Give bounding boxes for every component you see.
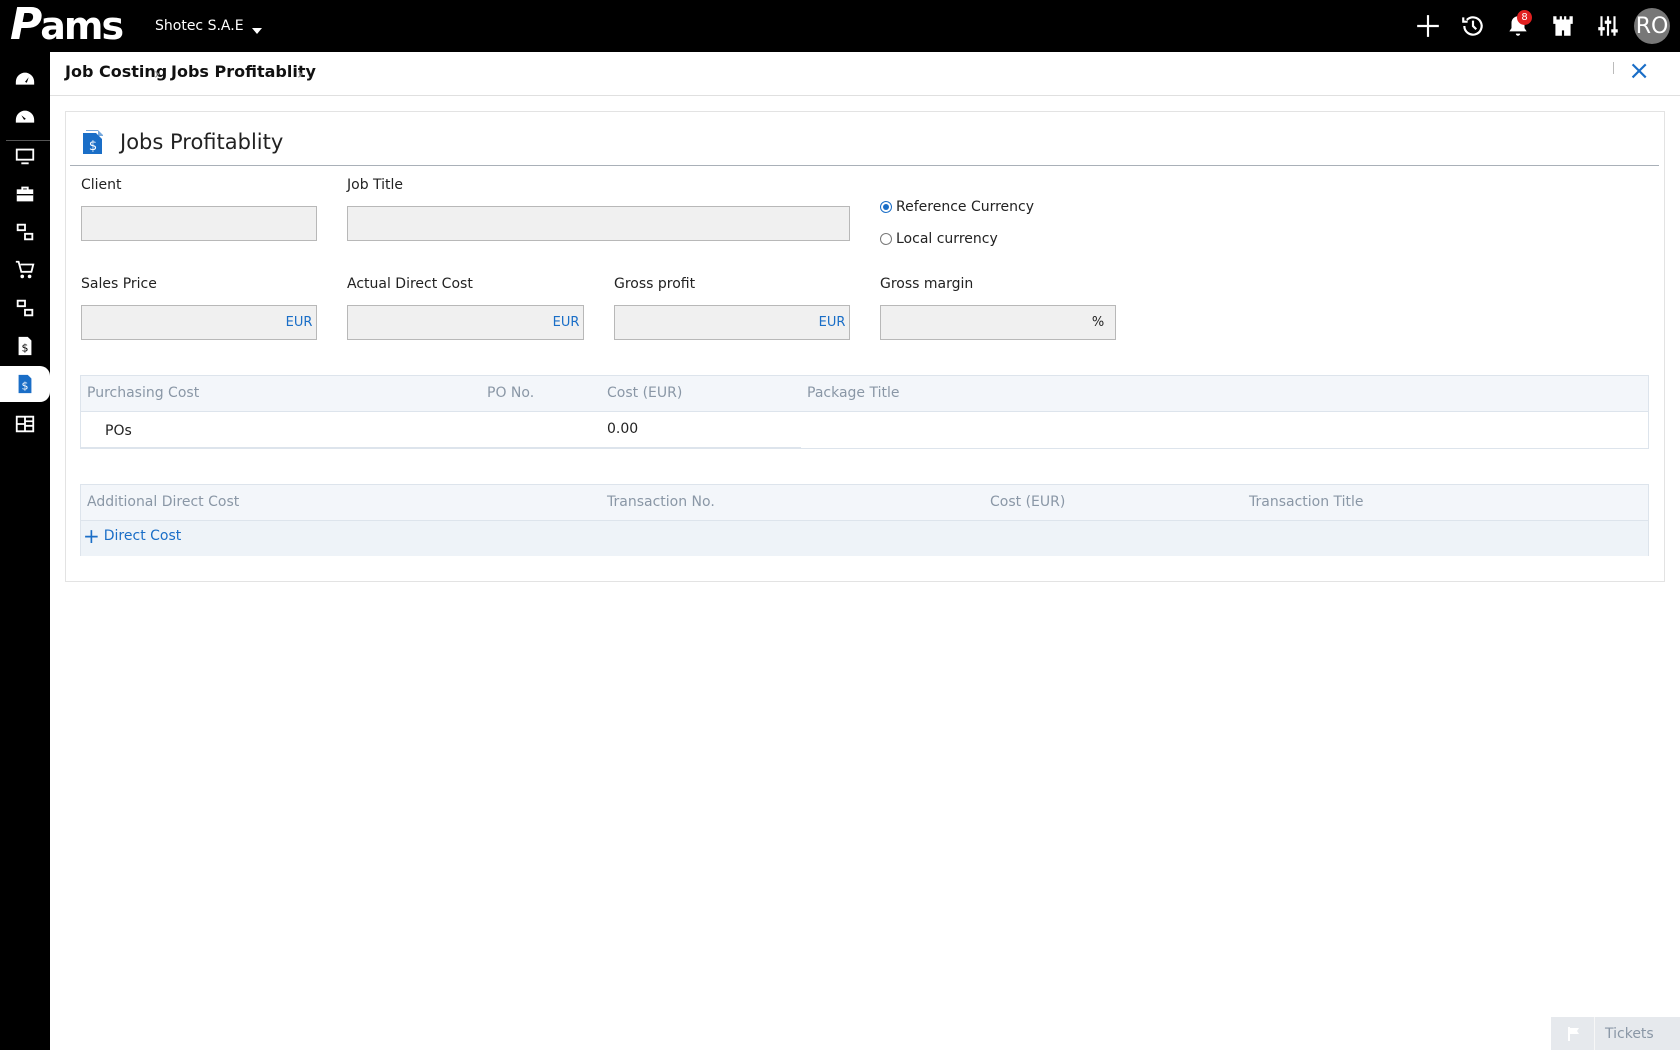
briefcase-icon[interactable] [0,176,50,212]
speedometer-icon[interactable] [0,100,50,136]
cart-icon[interactable] [0,252,50,288]
company-selector[interactable]: Shotec S.A.E [155,18,262,34]
col-transaction-no: Transaction No. [607,494,715,510]
percent-suffix: % [1091,315,1105,330]
invoice-dollar-icon: $ [83,130,103,154]
settings-sliders-icon[interactable] [1585,0,1630,52]
add-direct-cost-row: + Direct Cost [81,521,1648,556]
panel-title: Jobs Profitablity [120,130,284,154]
exchange-docs-icon[interactable] [0,214,50,250]
castle-icon[interactable] [1540,0,1585,52]
pos-cost: 0.00 [607,421,639,437]
currency-suffix: EUR [818,315,846,330]
notifications-bell-icon[interactable]: 8 [1495,0,1540,52]
top-bar: Pams Shotec S.A.E 8 RO [0,0,1680,52]
add-icon[interactable] [1405,0,1450,52]
close-icon[interactable]: × [1628,56,1650,86]
client-label: Client [81,177,122,193]
jobs-profitability-icon[interactable]: $ [0,366,50,402]
actual-direct-cost-input[interactable]: EUR [347,305,584,340]
purchasing-cost-table: Purchasing Cost PO No. Cost (EUR) Packag… [80,375,1649,449]
company-name: Shotec S.A.E [155,18,244,34]
breadcrumb: Job Costing › Jobs Profitablity › × [50,52,1680,96]
gross-margin-input[interactable]: % [880,305,1116,340]
sales-price-input[interactable]: EUR [81,305,317,340]
reference-currency-option[interactable]: Reference Currency [880,199,1034,215]
sidebar: $ $ [0,52,50,1050]
currency-suffix: EUR [552,315,580,330]
col-po-no: PO No. [487,385,535,401]
col-purchasing-cost: Purchasing Cost [87,385,200,401]
notifications-badge: 8 [1517,10,1532,25]
actual-direct-cost-label: Actual Direct Cost [347,276,473,292]
breadcrumb-job-costing[interactable]: Job Costing [65,62,167,81]
panel-header: $ Jobs Profitablity [70,112,1659,166]
invoice-dollar-icon[interactable]: $ [0,328,50,364]
col-cost-eur: Cost (EUR) [990,494,1066,510]
dashboard-gauge-icon[interactable] [0,62,50,98]
table-row[interactable]: POs 0.00 [81,412,1648,448]
tickets-button[interactable]: Tickets [1551,1017,1680,1050]
additional-direct-cost-table: Additional Direct Cost Transaction No. C… [80,484,1649,556]
client-input[interactable] [81,206,317,241]
gross-profit-label: Gross profit [614,276,696,292]
svg-text:$: $ [89,139,97,154]
plus-icon: + [83,524,100,548]
local-currency-radio[interactable] [880,233,892,245]
col-additional-direct-cost: Additional Direct Cost [87,494,240,510]
history-icon[interactable] [1450,0,1495,52]
col-package-title: Package Title [807,385,900,401]
col-cost-eur: Cost (EUR) [607,385,683,401]
caret-down-icon [251,28,262,34]
reference-currency-radio[interactable] [880,201,892,213]
currency-suffix: EUR [285,315,313,330]
local-currency-option[interactable]: Local currency [880,231,998,247]
user-avatar[interactable]: RO [1634,8,1670,44]
reports-grid-icon[interactable] [0,406,50,442]
gross-profit-input[interactable]: EUR [614,305,850,340]
app-logo[interactable]: Pams [10,3,124,47]
pos-label: POs [105,423,132,439]
breadcrumb-jobs-profitability[interactable]: Jobs Profitablity [171,62,316,81]
job-title-input[interactable] [347,206,850,241]
monitor-icon[interactable] [0,138,50,174]
chevron-right-icon: › [154,64,161,83]
documents-icon[interactable] [0,290,50,326]
svg-text:$: $ [22,380,29,393]
job-title-label: Job Title [347,177,404,193]
flag-icon [1551,1017,1595,1050]
sales-price-label: Sales Price [81,276,157,292]
table-header: Additional Direct Cost Transaction No. C… [81,485,1648,521]
col-transaction-title: Transaction Title [1249,494,1364,510]
table-header: Purchasing Cost PO No. Cost (EUR) Packag… [81,376,1648,412]
chevron-right-icon: › [297,64,304,83]
svg-text:$: $ [22,342,29,355]
gross-margin-label: Gross margin [880,276,974,292]
add-direct-cost-button[interactable]: + Direct Cost [83,524,181,548]
tickets-label: Tickets [1605,1025,1654,1042]
